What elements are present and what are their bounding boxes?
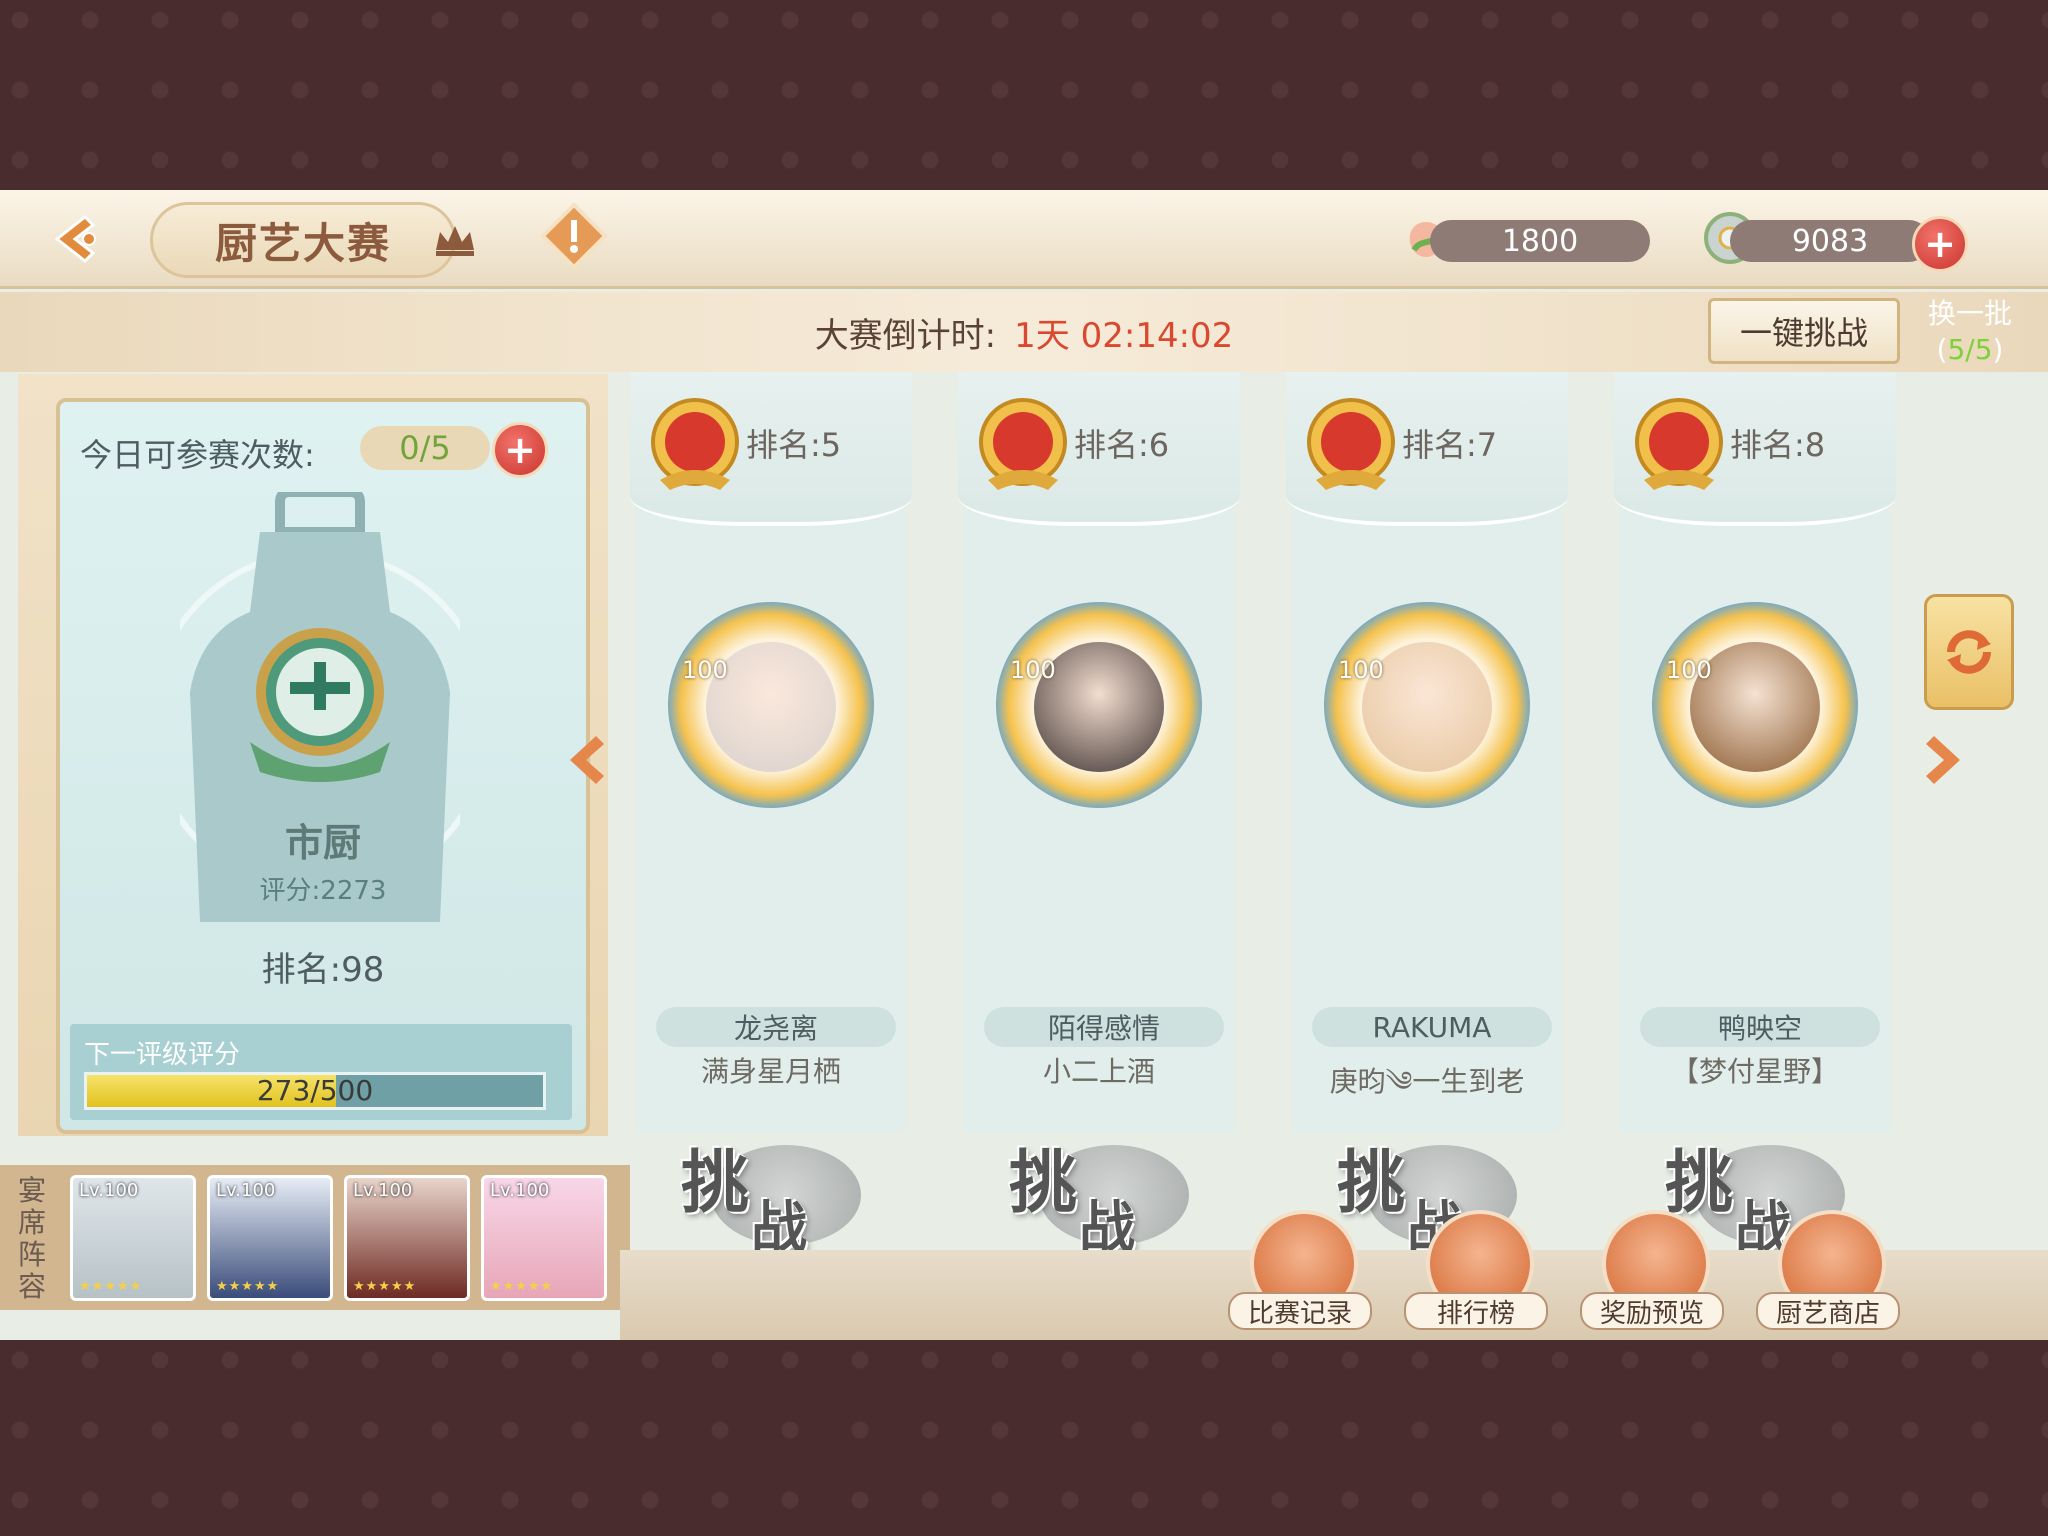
- lineup-card-2[interactable]: Lv.100 ★★★★★: [207, 1175, 333, 1301]
- game-screen: 厨艺大赛 1800 9083 + 大赛倒计时: 1天 02:14:02 一键挑战…: [0, 190, 2048, 1340]
- arrow-right-icon: [1926, 736, 1960, 784]
- next-page-button[interactable]: [1918, 730, 1968, 790]
- next-rating-box: 下一评级评分 273/500: [70, 1024, 572, 1120]
- crown-button[interactable]: [420, 210, 490, 270]
- stamina-counter: 1800: [1430, 220, 1650, 262]
- cooking-shop-label: 厨艺商店: [1756, 1292, 1900, 1330]
- coin-counter: 9083: [1730, 220, 1930, 262]
- card-level: Lv.100: [79, 1180, 139, 1201]
- rating-progress-text: 273/500: [256, 1074, 374, 1107]
- opponent-level: 100: [682, 656, 728, 684]
- refresh-icon: [1947, 630, 1991, 674]
- player-rank: 排名:98: [261, 950, 385, 990]
- info-button[interactable]: [540, 202, 608, 270]
- add-tries-button[interactable]: +: [492, 422, 548, 478]
- exclamation-icon: [540, 202, 608, 270]
- challenge-char-1: 挑: [1009, 1143, 1078, 1223]
- card-level: Lv.100: [490, 1180, 550, 1201]
- add-coin-button[interactable]: +: [1912, 216, 1968, 272]
- opponent-avatar[interactable]: 100: [996, 602, 1202, 808]
- opponent-avatar[interactable]: 100: [1652, 602, 1858, 808]
- opponent-guild: 【梦付星野】: [1670, 1055, 1839, 1088]
- opponent-name: 陌得感情: [984, 1007, 1224, 1047]
- opponent-card-3: 排名:7 100 RAKUMA 庚昀༄一生到老 挑 战: [1286, 372, 1568, 1261]
- swap-label-text: 换一批: [1927, 297, 2012, 330]
- cooking-shop-button[interactable]: 厨艺商店: [1756, 1210, 1900, 1340]
- opponent-rank: 排名:6: [1074, 426, 1170, 464]
- challenge-stamp: 挑 战: [671, 1127, 871, 1261]
- leaderboard-button[interactable]: 排行榜: [1404, 1210, 1548, 1340]
- rank-medal-icon: [1307, 398, 1395, 490]
- challenge-char-1: 挑: [681, 1143, 750, 1223]
- match-record-label: 比赛记录: [1228, 1292, 1372, 1330]
- opponent-rank: 排名:8: [1730, 426, 1826, 464]
- opponent-card-1: 排名:5 100 龙尧离 满身星月栖 挑 战: [630, 372, 912, 1261]
- card-stars-icon: ★★★★★: [490, 1279, 554, 1294]
- opponent-level: 100: [1338, 656, 1384, 684]
- card-level: Lv.100: [353, 1180, 413, 1201]
- player-panel: 今日可参赛次数: 0/5 + 市厨 评分:2273 排名:98 下一评级评分 2…: [18, 374, 608, 1136]
- match-record-button[interactable]: 比赛记录: [1228, 1210, 1372, 1340]
- rank-medal-icon: [1635, 398, 1723, 490]
- rank-medal-icon: [979, 398, 1067, 490]
- challenge-stamp: 挑 战: [999, 1127, 1199, 1261]
- card-stars-icon: ★★★★★: [353, 1279, 417, 1294]
- rank-medal-icon: [651, 398, 739, 490]
- card-stars-icon: ★★★★★: [79, 1279, 143, 1294]
- tries-counter: 0/5: [360, 426, 490, 470]
- opponent-avatar[interactable]: 100: [1324, 602, 1530, 808]
- player-card: 今日可参赛次数: 0/5 + 市厨 评分:2273 排名:98 下一评级评分 2…: [56, 398, 590, 1134]
- crown-icon: [436, 226, 474, 256]
- opponent-name: 鸭映空: [1640, 1007, 1880, 1047]
- opponent-guild: 小二上酒: [1042, 1055, 1155, 1088]
- opponent-level: 100: [1010, 656, 1056, 684]
- bottom-letterbox: [0, 1340, 2048, 1536]
- tries-label: 今日可参赛次数:: [80, 436, 315, 474]
- card-stars-icon: ★★★★★: [216, 1279, 280, 1294]
- leaderboard-label: 排行榜: [1404, 1292, 1548, 1330]
- quick-challenge-button[interactable]: 一键挑战: [1708, 298, 1900, 364]
- header-bar: 厨艺大赛 1800 9083 +: [0, 190, 2048, 289]
- banquet-lineup: 宴席阵容 Lv.100 ★★★★★ Lv.100 ★★★★★ Lv.100 ★★…: [0, 1165, 630, 1310]
- lineup-card-1[interactable]: Lv.100 ★★★★★: [70, 1175, 196, 1301]
- player-rank-title: 市厨: [284, 821, 361, 865]
- top-letterbox: [0, 0, 2048, 190]
- challenge-button[interactable]: 挑 战: [636, 1112, 906, 1272]
- reward-preview-button[interactable]: 奖励预览: [1580, 1210, 1724, 1340]
- rating-progress-bar: 273/500: [84, 1072, 546, 1110]
- opponent-guild: 满身星月栖: [700, 1055, 841, 1088]
- player-score: 评分:2273: [259, 876, 387, 906]
- next-rating-label: 下一评级评分: [84, 1040, 241, 1070]
- arrow-left-icon: [570, 736, 604, 784]
- back-arrow-icon: [54, 214, 96, 264]
- countdown-label: 大赛倒计时:: [814, 315, 997, 356]
- prev-page-button[interactable]: [562, 730, 612, 790]
- opponent-card-4: 排名:8 100 鸭映空 【梦付星野】 挑 战: [1614, 372, 1896, 1261]
- opponent-name: 龙尧离: [656, 1007, 896, 1047]
- reward-preview-label: 奖励预览: [1580, 1292, 1724, 1330]
- lineup-card-3[interactable]: Lv.100 ★★★★★: [344, 1175, 470, 1301]
- swap-count: (5/5): [1936, 333, 2004, 366]
- swap-batch-label[interactable]: 换一批 (5/5): [1910, 296, 2030, 368]
- back-button[interactable]: [30, 204, 130, 274]
- opponent-avatar[interactable]: 100: [668, 602, 874, 808]
- challenge-button[interactable]: 挑 战: [964, 1112, 1234, 1272]
- lineup-label: 宴席阵容: [17, 1174, 46, 1303]
- opponent-rank: 排名:7: [1402, 426, 1498, 464]
- page-title: 厨艺大赛: [150, 202, 456, 278]
- lineup-card-4[interactable]: Lv.100 ★★★★★: [481, 1175, 607, 1301]
- opponent-rank: 排名:5: [746, 426, 842, 464]
- opponent-name: RAKUMA: [1312, 1007, 1552, 1047]
- opponent-card-2: 排名:6 100 陌得感情 小二上酒 挑 战: [958, 372, 1240, 1261]
- card-level: Lv.100: [216, 1180, 276, 1201]
- opponent-level: 100: [1666, 656, 1712, 684]
- countdown-value: 1天 02:14:02: [1014, 315, 1234, 356]
- refresh-button[interactable]: [1924, 594, 2014, 710]
